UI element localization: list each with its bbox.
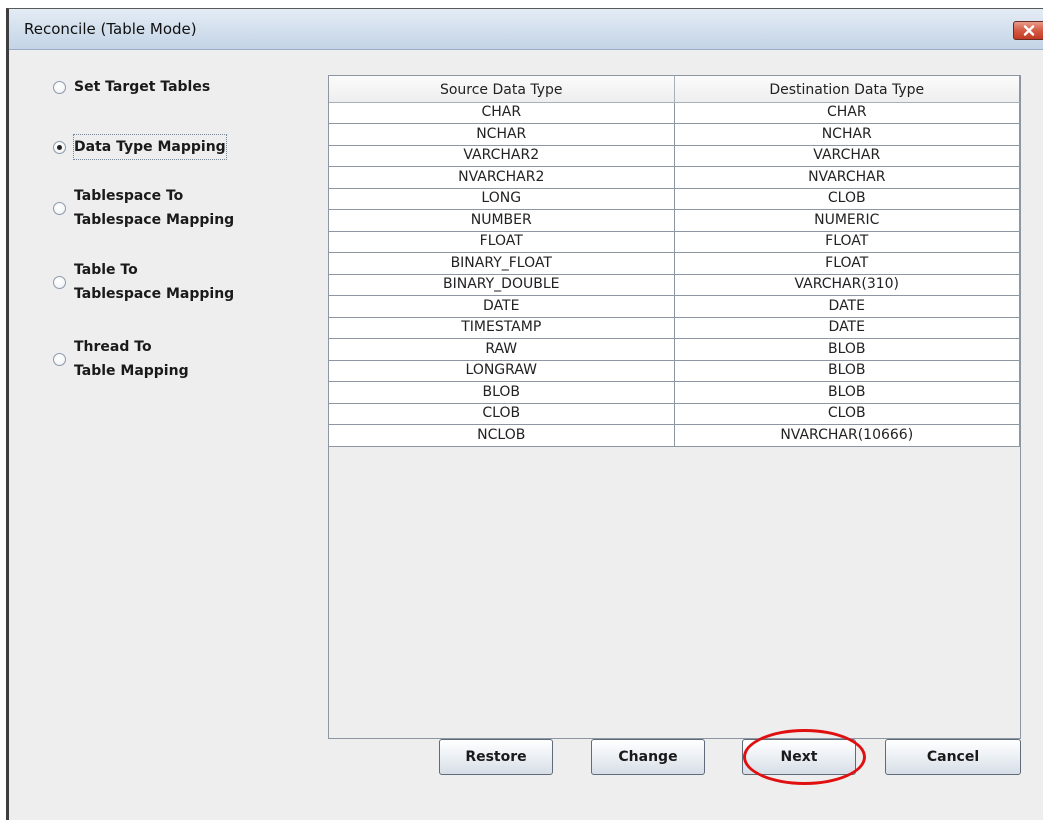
destination-type-cell[interactable]: DATE [674,295,1020,318]
source-type-cell[interactable]: NCLOB [329,424,675,447]
radio-label-set-target-tables: Set Target Tables [74,79,211,95]
table-row[interactable]: BINARY_FLOAT FLOAT [329,252,1020,275]
radio-circle-set-target-tables[interactable] [53,80,66,94]
table-body: CHAR CHAR NCHAR NCHAR VARCHAR2 VARCHAR NVARCHA… [329,102,1020,447]
radio-data-type-mapping[interactable]: Data Type Mapping [53,134,227,160]
source-type-cell[interactable]: NCHAR [329,123,675,146]
destination-type-cell[interactable]: NVARCHAR(10666) [674,424,1020,447]
table-row[interactable]: RAW BLOB [329,338,1020,361]
table-row[interactable]: NUMBER NUMERIC [329,209,1020,232]
destination-type-cell[interactable]: NCHAR [674,123,1020,146]
next-button[interactable]: Next [742,739,856,775]
source-type-cell[interactable]: BINARY_FLOAT [329,252,675,275]
radio-label-thread-to-line2: Table Mapping [74,363,189,379]
source-type-cell[interactable]: BINARY_DOUBLE [329,274,675,296]
table-row[interactable]: NVARCHAR2 NVARCHAR [329,166,1020,189]
radio-label-table-to-line1: Table To [74,262,138,278]
table-row[interactable]: NCLOB NVARCHAR(10666) [329,424,1020,447]
destination-type-cell[interactable]: FLOAT [674,252,1020,275]
reconcile-dialog: Reconcile (Table Mode) Set Target Tables… [6,8,1043,820]
destination-type-cell[interactable]: NUMERIC [674,209,1020,232]
destination-type-cell[interactable]: CLOB [674,403,1020,425]
table-row[interactable]: CHAR CHAR [329,102,1020,124]
source-type-cell[interactable]: DATE [329,295,675,318]
table-row[interactable]: DATE DATE [329,295,1020,318]
table-row[interactable]: BLOB BLOB [329,381,1020,404]
radio-label-thread-to-line1: Thread To [74,339,152,355]
table-row[interactable]: NCHAR NCHAR [329,123,1020,146]
table-row[interactable]: LONGRAW BLOB [329,360,1020,382]
source-type-cell[interactable]: CLOB [329,403,675,425]
column-header-destination[interactable]: Destination Data Type [674,76,1020,103]
window-title: Reconcile (Table Mode) [24,20,197,38]
source-type-cell[interactable]: LONGRAW [329,360,675,382]
source-type-cell[interactable]: NVARCHAR2 [329,166,675,189]
table-header-row: Source Data Type Destination Data Type [329,76,1020,103]
table-row[interactable]: FLOAT FLOAT [329,231,1020,253]
radio-table-to-tablespace-mapping[interactable]: Table To Tablespace Mapping [53,258,234,306]
destination-type-cell[interactable]: DATE [674,317,1020,339]
data-type-mapping-table: Source Data Type Destination Data Type C… [329,76,1020,447]
change-button[interactable]: Change [591,739,705,775]
radio-tablespace-to-tablespace-mapping[interactable]: Tablespace To Tablespace Mapping [53,184,234,232]
destination-type-cell[interactable]: VARCHAR(310) [674,274,1020,296]
table-row[interactable]: CLOB CLOB [329,403,1020,425]
source-type-cell[interactable]: VARCHAR2 [329,145,675,167]
data-type-mapping-table-panel[interactable]: Source Data Type Destination Data Type C… [328,75,1021,739]
radio-label-tablespace-to-line2: Tablespace Mapping [74,212,235,228]
destination-type-cell[interactable]: FLOAT [674,231,1020,253]
destination-type-cell[interactable]: CHAR [674,102,1020,124]
source-type-cell[interactable]: NUMBER [329,209,675,232]
destination-type-cell[interactable]: BLOB [674,360,1020,382]
radio-label-tablespace-to-line1: Tablespace To [74,188,184,204]
restore-button[interactable]: Restore [439,739,553,775]
title-bar[interactable]: Reconcile (Table Mode) [9,9,1043,50]
source-type-cell[interactable]: LONG [329,188,675,210]
table-row[interactable]: VARCHAR2 VARCHAR [329,145,1020,167]
table-row[interactable]: LONG CLOB [329,188,1020,210]
source-type-cell[interactable]: BLOB [329,381,675,404]
radio-label-data-type-mapping: Data Type Mapping [73,134,227,160]
close-icon [1023,25,1034,36]
radio-circle-tablespace-to-tablespace[interactable] [53,201,66,215]
destination-type-cell[interactable]: CLOB [674,188,1020,210]
radio-circle-data-type-mapping[interactable] [53,140,66,154]
close-button[interactable] [1013,21,1043,40]
radio-circle-thread-to-table[interactable] [53,352,66,366]
source-type-cell[interactable]: FLOAT [329,231,675,253]
radio-set-target-tables[interactable]: Set Target Tables [53,75,210,99]
source-type-cell[interactable]: CHAR [329,102,675,124]
radio-circle-table-to-tablespace[interactable] [53,275,66,289]
table-row[interactable]: BINARY_DOUBLE VARCHAR(310) [329,274,1020,296]
source-type-cell[interactable]: RAW [329,338,675,361]
destination-type-cell[interactable]: NVARCHAR [674,166,1020,189]
cancel-button[interactable]: Cancel [885,739,1021,775]
destination-type-cell[interactable]: VARCHAR [674,145,1020,167]
destination-type-cell[interactable]: BLOB [674,338,1020,361]
radio-label-table-to-line2: Tablespace Mapping [74,286,235,302]
radio-thread-to-table-mapping[interactable]: Thread To Table Mapping [53,335,189,383]
table-row[interactable]: TIMESTAMP DATE [329,317,1020,339]
destination-type-cell[interactable]: BLOB [674,381,1020,404]
source-type-cell[interactable]: TIMESTAMP [329,317,675,339]
column-header-source[interactable]: Source Data Type [329,76,675,103]
